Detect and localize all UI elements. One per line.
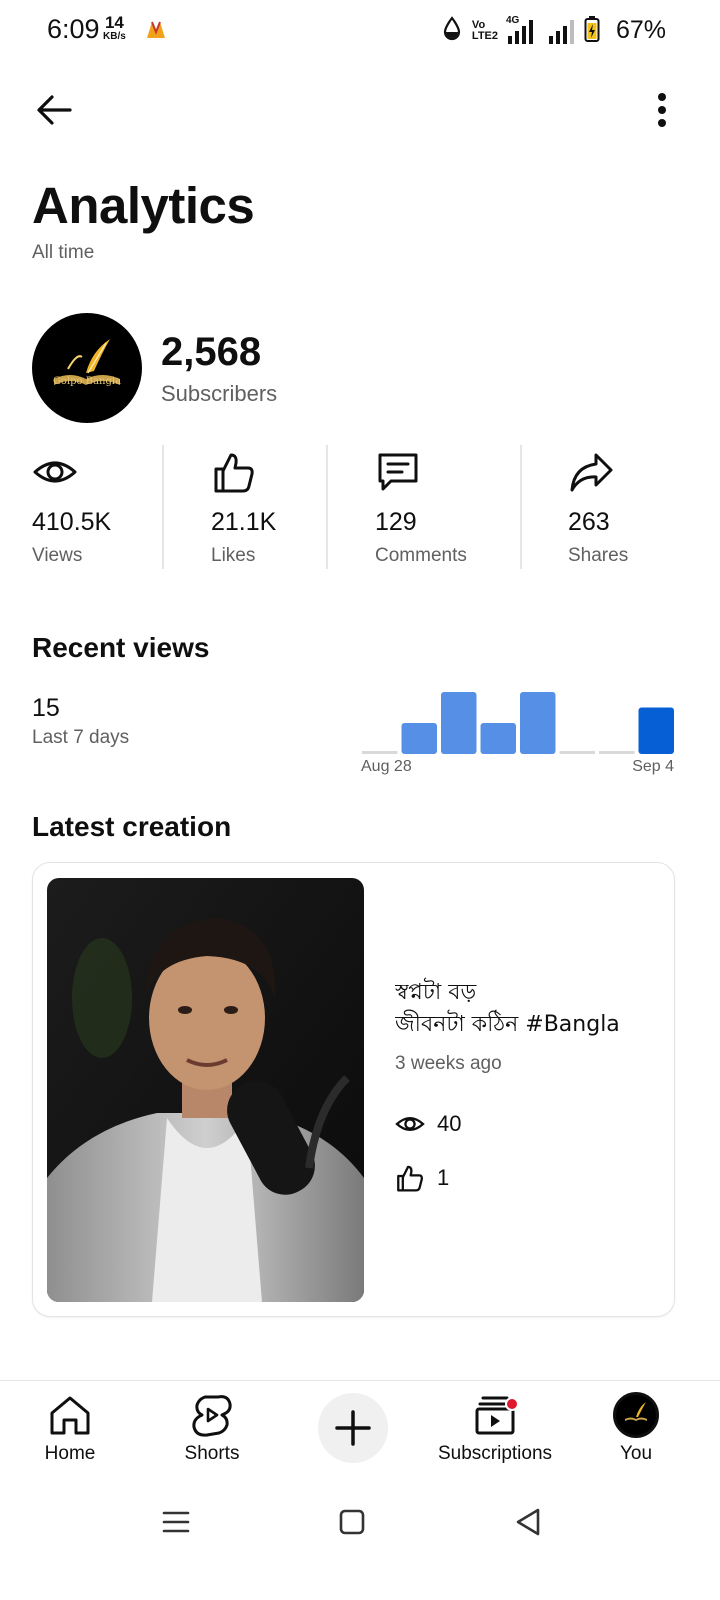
network-speed-unit: KB/s (103, 31, 126, 42)
signal-icon (549, 18, 574, 44)
system-navigation-bar (0, 1480, 720, 1600)
comment-icon (378, 453, 418, 491)
subscriber-count: 2,568 (161, 330, 262, 374)
channel-logo-text: Golpo Bangla (52, 376, 122, 387)
video-age: 3 weeks ago (395, 1053, 502, 1074)
chart-bar-sep-4 (638, 707, 674, 754)
latest-creation-title: Latest creation (32, 811, 232, 842)
back-triangle-icon (516, 1508, 540, 1536)
status-icons: Vo LTE2 4G (442, 15, 600, 48)
video-title-line-2: জীবনটা কঠিন #Bangla (395, 1012, 620, 1037)
plus-icon (335, 1410, 371, 1446)
nav-home[interactable]: Home (30, 1381, 110, 1481)
chart-bar-aug-30 (441, 692, 477, 754)
video-views-count: 40 (437, 1111, 462, 1136)
battery-percent: 67% (615, 16, 666, 44)
more-vert-icon (658, 93, 666, 127)
menu-icon (162, 1511, 190, 1533)
network-type: 4G (506, 15, 520, 26)
more-options-button[interactable] (640, 86, 684, 134)
video-views: 40 (395, 1109, 461, 1139)
channel-avatar: Golpo Bangla (32, 313, 142, 423)
volte-icon: Vo LTE2 (472, 20, 498, 42)
eye-icon (33, 461, 77, 483)
metric-label: Views (32, 545, 83, 566)
latest-video-card[interactable]: স্বপ্নটা বড় জীবনটা কঠিন #Bangla 3 weeks… (32, 862, 675, 1317)
battery-charging-icon (584, 15, 600, 48)
back-button[interactable] (30, 86, 78, 134)
x-tick-end: Sep 4 (632, 758, 674, 775)
arrow-left-icon (37, 95, 72, 125)
thumbs-up-icon (397, 1165, 423, 1192)
chart-bar-aug-31 (480, 723, 516, 754)
home-button[interactable] (328, 1502, 376, 1542)
nav-subscriptions[interactable]: Subscriptions (430, 1381, 560, 1481)
bottom-navigation: Home Shorts Subscriptions You (0, 1380, 720, 1480)
thumbnail-image (47, 878, 364, 1302)
eye-icon (395, 1116, 425, 1132)
video-likes-count: 1 (437, 1165, 450, 1190)
subscriber-label: Subscribers (161, 381, 278, 406)
home-square-icon (339, 1509, 365, 1535)
video-title[interactable]: স্বপ্নটা বড় জীবনটা কঠিন #Bangla (395, 977, 665, 1041)
shorts-icon (192, 1395, 232, 1437)
video-thumbnail[interactable] (47, 878, 364, 1302)
recent-views-title: Recent views (32, 632, 210, 663)
4g-signal-icon: 4G (506, 15, 533, 44)
recent-apps-button[interactable] (152, 1502, 200, 1542)
avatar (613, 1392, 659, 1438)
volte-text-bottom: LTE2 (471, 30, 498, 42)
bar-chart (362, 692, 674, 754)
nav-you[interactable]: You (596, 1381, 676, 1481)
recent-views-chart[interactable]: Aug 28 Sep 4 (360, 680, 676, 780)
chart-bar-sep-3 (599, 751, 635, 754)
video-title-line-1: স্বপ্নটা বড় (395, 980, 477, 1005)
recent-views-count: 15 (32, 694, 60, 722)
metric-label: Shares (568, 545, 629, 566)
data-saver-icon (442, 15, 462, 47)
book-feather-logo-icon (54, 339, 120, 385)
status-time: 6:09 (47, 14, 100, 44)
nav-shorts[interactable]: Shorts (172, 1381, 252, 1481)
divider (520, 445, 522, 569)
recent-views-period: Last 7 days (32, 727, 130, 748)
video-likes: 1 (395, 1163, 449, 1193)
chart-bar-aug-29 (401, 723, 437, 754)
notification-dot (505, 1397, 519, 1411)
network-speed-value: 14 (104, 13, 124, 32)
metric-label: Comments (375, 545, 467, 566)
create-button[interactable] (318, 1393, 388, 1463)
chart-bar-sep-1 (520, 692, 556, 754)
status-bar: 6:09 14 KB/s Vo LTE2 4G 67% (0, 0, 720, 64)
chart-bar-aug-28 (362, 751, 398, 754)
nav-label: Subscriptions (437, 1443, 553, 1464)
metric-value: 129 (375, 508, 417, 536)
network-speed: 14 KB/s (103, 14, 126, 42)
chart-bar-sep-2 (559, 751, 595, 754)
nav-label: Home (44, 1443, 96, 1464)
thumbs-up-icon (214, 453, 254, 493)
back-system-button[interactable] (504, 1502, 552, 1542)
metric-label: Likes (211, 545, 256, 566)
metric-value: 21.1K (211, 508, 277, 536)
nav-label: Shorts (184, 1443, 240, 1464)
metric-value: 410.5K (32, 508, 112, 536)
app-notification-icon (144, 18, 168, 42)
divider (326, 445, 328, 569)
metric-value: 263 (568, 508, 610, 536)
divider (162, 445, 164, 569)
metrics-row: 410.5K Views 21.1K Likes 129 Comments 26… (0, 445, 720, 570)
period-label: All time (32, 242, 95, 263)
share-icon (570, 453, 613, 492)
x-tick-start: Aug 28 (361, 758, 412, 775)
page-title: Analytics (32, 177, 255, 234)
nav-label: You (619, 1443, 653, 1464)
home-icon (50, 1396, 90, 1435)
